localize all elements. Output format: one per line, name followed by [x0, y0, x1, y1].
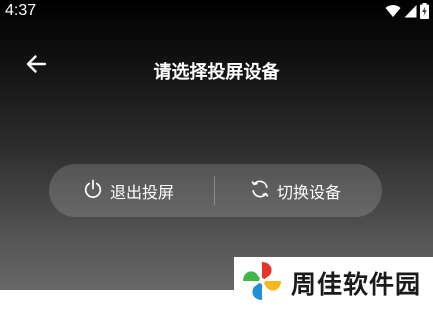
wifi-icon	[385, 4, 401, 18]
page-title: 请选择投屏设备	[153, 62, 280, 83]
status-time: 4:37	[5, 2, 37, 19]
watermark-text: 周佳软件园	[291, 270, 422, 299]
switch-device-label: 切换设备	[277, 182, 342, 202]
battery-charging-icon	[420, 3, 429, 19]
title-bar: 请选择投屏设备	[0, 48, 433, 92]
exit-casting-button[interactable]: 退出投屏	[83, 164, 174, 217]
status-bar: 4:37	[0, 0, 433, 24]
action-bar: 退出投屏 切换设备	[49, 164, 382, 217]
cellular-signal-icon	[404, 4, 417, 18]
pinwheel-logo	[240, 259, 284, 307]
screen: 4:37 请选择投屏设备 退出投屏 切换设备	[0, 0, 433, 290]
refresh-icon	[250, 179, 277, 203]
power-icon	[83, 179, 110, 203]
watermark: 周佳软件园	[234, 257, 433, 309]
switch-device-button[interactable]: 切换设备	[250, 164, 341, 217]
exit-casting-label: 退出投屏	[110, 182, 175, 202]
divider	[214, 176, 215, 205]
status-icons	[385, 3, 429, 19]
